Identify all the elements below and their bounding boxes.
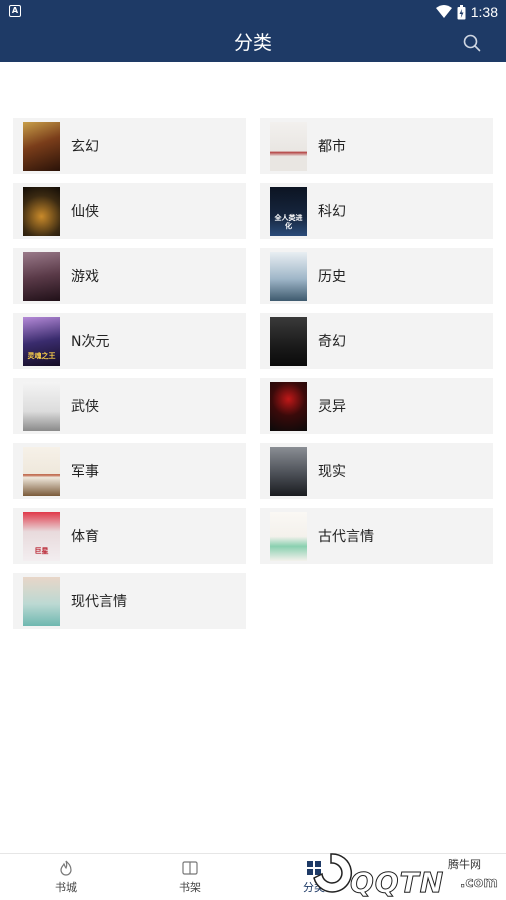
category-item-xiandai-yanqing[interactable]: 现代言情 <box>13 573 246 629</box>
category-label: 现实 <box>318 464 346 480</box>
book-cover <box>270 446 307 496</box>
battery-icon <box>457 4 466 19</box>
category-label: 科幻 <box>318 204 346 220</box>
watermark-brand: QQTN <box>349 866 445 900</box>
category-item-tiyu[interactable]: 巨星 体育 <box>13 508 246 564</box>
category-label: 古代言情 <box>318 529 374 545</box>
search-icon[interactable] <box>462 33 482 53</box>
book-cover: 巨星 <box>23 511 60 561</box>
category-label: 仙侠 <box>71 204 99 220</box>
book-cover <box>270 121 307 171</box>
category-item-xuanhuan[interactable]: 玄幻 <box>13 118 246 174</box>
tab-label: 书城 <box>55 881 77 894</box>
book-cover <box>23 121 60 171</box>
book-cover <box>23 381 60 431</box>
category-item-xianshi[interactable]: 现实 <box>260 443 493 499</box>
category-label: 玄幻 <box>71 139 99 155</box>
category-label: N次元 <box>71 334 110 350</box>
book-cover <box>23 576 60 626</box>
category-label: 武侠 <box>71 399 99 415</box>
category-label: 奇幻 <box>318 334 346 350</box>
book-cover <box>270 316 307 366</box>
category-label: 游戏 <box>71 269 99 285</box>
book-cover: 全人类进化 <box>270 186 307 236</box>
book-cover <box>23 446 60 496</box>
watermark-domain: .com <box>460 875 498 892</box>
book-cover <box>23 186 60 236</box>
category-label: 都市 <box>318 139 346 155</box>
category-label: 现代言情 <box>71 594 127 610</box>
book-cover <box>270 511 307 561</box>
watermark-caption: 腾牛网 <box>448 858 481 871</box>
category-item-kehuan[interactable]: 全人类进化 科幻 <box>260 183 493 239</box>
book-cover <box>23 251 60 301</box>
category-label: 历史 <box>318 269 346 285</box>
category-label: 军事 <box>71 464 99 480</box>
page-title: 分类 <box>233 32 272 54</box>
category-item-qihuan[interactable]: 奇幻 <box>260 313 493 369</box>
tab-bookstore[interactable]: 书城 <box>3 854 129 900</box>
category-item-dushi[interactable]: 都市 <box>260 118 493 174</box>
book-cover <box>270 251 307 301</box>
category-item-youxi[interactable]: 游戏 <box>13 248 246 304</box>
category-item-gudai-yanqing[interactable]: 古代言情 <box>260 508 493 564</box>
app-header: 分类 <box>0 24 506 62</box>
category-item-lishi[interactable]: 历史 <box>260 248 493 304</box>
category-item-wuxia[interactable]: 武侠 <box>13 378 246 434</box>
flame-icon <box>60 860 72 876</box>
category-item-n-ciyuan[interactable]: 灵魂之王 N次元 <box>13 313 246 369</box>
book-icon <box>182 861 198 875</box>
category-item-xianxia[interactable]: 仙侠 <box>13 183 246 239</box>
notification-icon: A <box>9 5 21 17</box>
status-bar: A 1:38 <box>0 0 506 24</box>
wifi-icon <box>435 5 452 18</box>
category-item-junshi[interactable]: 军事 <box>13 443 246 499</box>
category-item-lingyi[interactable]: 灵异 <box>260 378 493 434</box>
watermark-logo: QQTN .com 腾牛网 <box>300 848 506 900</box>
tab-label: 书架 <box>179 881 201 894</box>
book-cover: 灵魂之王 <box>23 316 60 366</box>
book-cover <box>270 381 307 431</box>
tab-bookshelf[interactable]: 书架 <box>127 854 253 900</box>
category-label: 体育 <box>71 529 99 545</box>
category-label: 灵异 <box>318 399 346 415</box>
watermark-swirl-icon <box>313 853 353 893</box>
status-time: 1:38 <box>470 4 498 20</box>
